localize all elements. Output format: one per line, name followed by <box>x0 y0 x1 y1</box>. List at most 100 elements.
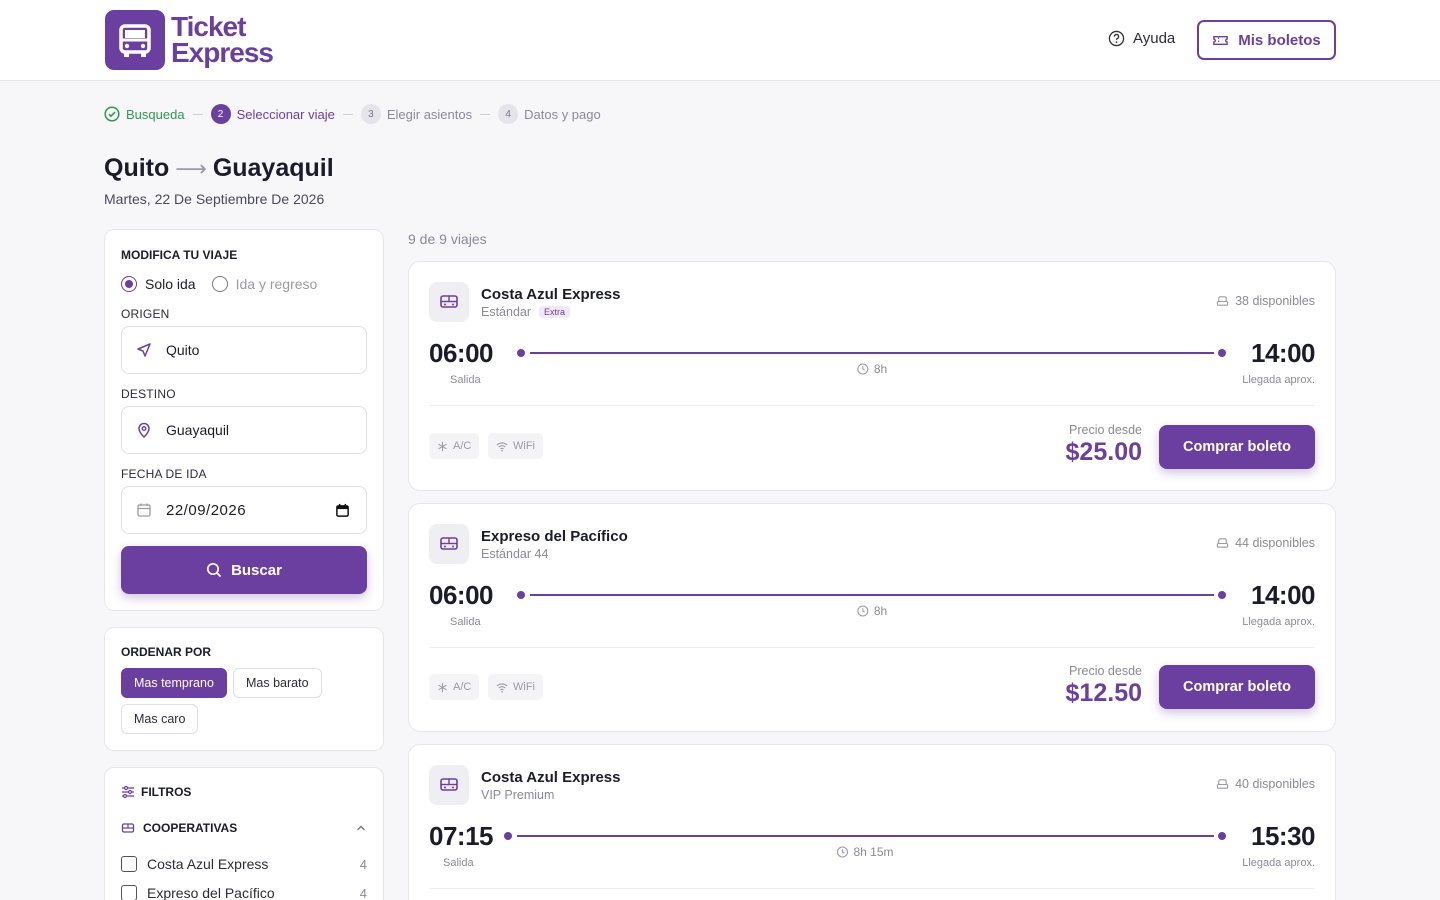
arrival-time: 14:00 <box>1251 580 1316 610</box>
navigation-arrow-icon <box>137 343 151 357</box>
radio-indicator <box>121 276 137 292</box>
trip-card: Expreso del Pacífico Estándar 44 44 disp… <box>408 503 1336 732</box>
search-label: Buscar <box>231 561 282 579</box>
sort-earliest-chip[interactable]: Mas temprano <box>121 668 227 698</box>
route-line <box>530 594 1214 596</box>
one-way-radio[interactable]: Solo ida <box>121 276 196 292</box>
trip-card: Costa Azul Express VIP Premium 40 dispon… <box>408 744 1336 900</box>
arrival-time: 15:30 <box>1251 821 1316 851</box>
sort-cheapest-chip[interactable]: Mas barato <box>233 668 322 698</box>
operator-name: Costa Azul Express <box>481 286 621 303</box>
clock-icon <box>836 846 849 858</box>
seats-label: 40 disponibles <box>1235 777 1315 791</box>
arrival-label: Llegada aprox. <box>1242 616 1315 628</box>
progress-steps: Busqueda 2 Seleccionar viaje 3 Elegir as… <box>104 104 601 124</box>
sliders-icon <box>122 785 134 799</box>
snowflake-icon <box>438 441 447 451</box>
wifi-icon <box>496 441 508 451</box>
arrival-label: Llegada aprox. <box>1242 374 1315 386</box>
filter-label: Expreso del Pacífico <box>147 885 275 900</box>
origin-value: Quito <box>166 342 200 358</box>
trip-card: Costa Azul Express Estándar Extra 38 dis… <box>408 261 1336 491</box>
help-link[interactable]: Ayuda <box>1108 30 1175 47</box>
buy-ticket-button[interactable]: Comprar boleto <box>1159 425 1315 469</box>
filter-item: Expreso del Pacífico 4 <box>121 885 367 900</box>
filter-count: 4 <box>359 885 367 900</box>
trip-duration: 8h <box>857 604 887 618</box>
panel-title: FILTROS <box>141 785 192 799</box>
buy-ticket-button[interactable]: Comprar boleto <box>1159 665 1315 709</box>
price-label: Precio desde <box>1069 664 1142 678</box>
price-label: Precio desde <box>1069 423 1142 437</box>
bus-icon <box>429 765 469 805</box>
step-separator <box>192 113 203 115</box>
destination-label: DESTINO <box>121 387 176 401</box>
class-badge: Extra <box>539 306 571 318</box>
step-search[interactable]: Busqueda <box>104 106 185 122</box>
arrival-label: Llegada aprox. <box>1242 857 1315 869</box>
route-arrow-icon: ⟶ <box>175 155 207 181</box>
step-label: Seleccionar viaje <box>236 106 335 122</box>
step-label: Busqueda <box>126 106 185 122</box>
amenity-label: WiFi <box>513 681 535 693</box>
my-tickets-button[interactable]: Mis boletos <box>1197 20 1336 60</box>
search-button[interactable]: Buscar <box>121 546 367 594</box>
departure-label: Salida <box>450 616 481 628</box>
help-label: Ayuda <box>1133 30 1176 47</box>
route-destination: Guayaquil <box>212 154 334 182</box>
amenity-ac: A/C <box>429 433 480 459</box>
amenity-ac: A/C <box>429 674 480 700</box>
arrival-dot <box>1218 349 1226 357</box>
filters-header: FILTROS <box>121 785 191 799</box>
class-label: Estándar <box>481 305 532 319</box>
card-divider <box>429 647 1315 648</box>
arrival-time: 14:00 <box>1251 338 1316 368</box>
seats-available: 40 disponibles <box>1216 777 1315 791</box>
route-line <box>517 835 1214 837</box>
arrival-dot <box>1218 832 1226 840</box>
seats-available: 38 disponibles <box>1216 294 1315 308</box>
filter-checkbox[interactable] <box>121 885 137 900</box>
departure-time: 07:15 <box>429 821 494 851</box>
card-divider <box>429 888 1315 889</box>
filter-count: 4 <box>359 856 367 872</box>
results-count: 9 de 9 viajes <box>408 231 487 247</box>
filters-panel: FILTROS COOPERATIVAS Costa Azul Express … <box>104 767 384 900</box>
origin-field[interactable]: Quito <box>121 326 367 374</box>
operator-name: Expreso del Pacífico <box>481 528 628 545</box>
departure-dot <box>504 832 512 840</box>
radio-label: Ida y regreso <box>235 276 318 292</box>
trip-duration: 8h 15m <box>836 845 894 859</box>
sort-priciest-chip[interactable]: Mas caro <box>121 704 199 734</box>
date-label: FECHA DE IDA <box>121 467 207 481</box>
brand-line2: Express <box>171 37 274 68</box>
departure-label: Salida <box>443 857 474 869</box>
help-circle-icon <box>1108 30 1125 47</box>
duration-label: 8h 15m <box>853 845 894 859</box>
seats-label: 44 disponibles <box>1235 536 1315 550</box>
service-class: Estándar 44 <box>481 547 548 561</box>
service-class: VIP Premium <box>481 788 554 802</box>
brand-logo[interactable]: Ticket Express <box>105 10 274 70</box>
origin-label: ORIGEN <box>121 307 170 321</box>
destination-field[interactable]: Guayaquil <box>121 406 367 454</box>
snowflake-icon <box>438 682 447 692</box>
date-field[interactable]: 22/09/2026 <box>121 486 367 534</box>
operator-name: Costa Azul Express <box>481 769 621 786</box>
date-value: 22/09/2026 <box>166 501 247 519</box>
cooperatives-toggle[interactable]: COOPERATIVAS <box>121 821 367 835</box>
trip-duration: 8h <box>857 362 887 376</box>
filter-item: Costa Azul Express 4 <box>121 856 367 872</box>
seats-label: 38 disponibles <box>1235 294 1315 308</box>
date-picker-icon[interactable] <box>335 503 350 518</box>
search-icon <box>207 562 222 578</box>
calendar-icon <box>137 503 151 517</box>
step-number: 2 <box>210 104 231 124</box>
trip-type-radios: Solo ida Ida y regreso <box>121 276 317 292</box>
chevron-up-icon <box>357 825 365 831</box>
ticket-icon <box>1213 35 1229 45</box>
filter-checkbox[interactable] <box>121 856 137 872</box>
top-header: Ticket Express Ayuda Mis boletos <box>0 0 1440 81</box>
map-pin-icon <box>138 422 150 438</box>
round-trip-radio[interactable]: Ida y regreso <box>211 276 318 292</box>
